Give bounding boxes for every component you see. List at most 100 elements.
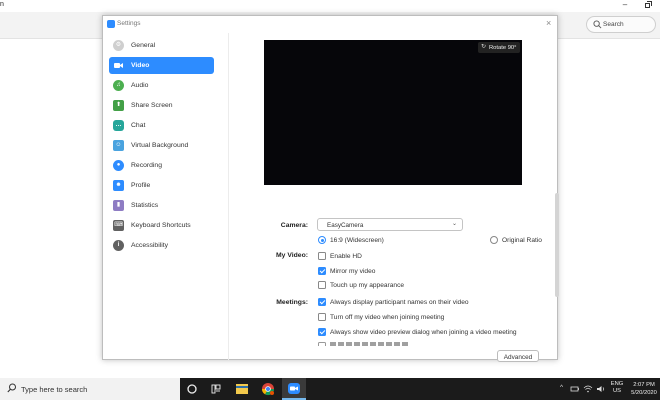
video-preview-dialog-label: Always show video preview dialog when jo… — [330, 329, 517, 336]
enable-hd-checkbox[interactable] — [318, 252, 326, 260]
sidebar-item-chat[interactable]: … Chat — [109, 117, 214, 134]
camera-preview: ↻ Rotate 90° — [264, 40, 522, 185]
zoom-logo-icon — [107, 20, 115, 28]
rotate-icon: ↻ — [481, 44, 487, 50]
profile-icon: ☻ — [113, 180, 124, 191]
close-dialog-button[interactable]: × — [546, 18, 551, 28]
taskbar-clock[interactable]: 2:07 PM 5/20/2020 — [630, 381, 658, 397]
restore-button[interactable] — [643, 0, 653, 10]
zoom-app-icon — [288, 383, 300, 394]
enable-hd-label: Enable HD — [330, 253, 362, 260]
zoom-taskbar-button[interactable] — [282, 378, 306, 400]
sidebar-item-accessibility[interactable]: i Accessibility — [109, 237, 214, 254]
accessibility-icon: i — [113, 240, 124, 251]
radio-original-ratio-label: Original Ratio — [502, 237, 542, 244]
dialog-title: Settings — [117, 20, 141, 27]
chat-bubble-icon: … — [113, 120, 124, 131]
minimize-button[interactable]: – — [620, 0, 630, 9]
sidebar-item-label: Video — [131, 62, 150, 69]
sidebar-item-statistics[interactable]: ▮ Statistics — [109, 197, 214, 214]
video-preview-dialog-checkbox[interactable] — [318, 328, 326, 336]
sidebar-item-label: Audio — [131, 82, 149, 89]
radio-widescreen-label: 16:9 (Widescreen) — [330, 237, 384, 244]
radio-original-ratio[interactable] — [490, 236, 498, 244]
statistics-bars-icon: ▮ — [113, 200, 124, 211]
chevron-down-icon: ⌄ — [452, 221, 458, 227]
battery-icon[interactable] — [570, 384, 580, 394]
cortana-circle-icon — [187, 384, 197, 394]
sidebar-item-video[interactable]: Video — [109, 57, 214, 74]
my-video-label: My Video: — [276, 252, 308, 259]
settings-dialog: Settings × ⚙ General Video ♫ Audio ⬆ Sha… — [102, 15, 559, 362]
mirror-video-checkbox[interactable] — [318, 267, 326, 275]
task-view-icon — [211, 384, 221, 394]
taskbar-search-box[interactable]: Type here to search — [0, 378, 180, 400]
record-icon: ● — [113, 160, 124, 171]
sidebar-item-virtual-background[interactable]: ☺ Virtual Background — [109, 137, 214, 154]
folder-icon — [236, 384, 248, 394]
main-window-titlebar: n – — [0, 0, 660, 12]
chrome-button[interactable] — [256, 378, 280, 400]
sidebar-item-label: Statistics — [131, 202, 159, 209]
language-code: ENG — [610, 381, 624, 387]
camera-select[interactable]: EasyCamera ⌄ — [317, 218, 463, 231]
sidebar-item-label: Recording — [131, 162, 162, 169]
display-names-checkbox[interactable] — [318, 298, 326, 306]
gear-icon: ⚙ — [113, 40, 124, 51]
turn-off-video-label: Turn off my video when joining meeting — [330, 314, 445, 321]
language-indicator[interactable]: ENG US — [610, 381, 624, 395]
sidebar-item-label: Accessibility — [131, 242, 169, 249]
taskbar-search-placeholder: Type here to search — [21, 385, 88, 394]
clock-date: 5/20/2020 — [631, 390, 657, 396]
video-camera-icon — [113, 60, 124, 71]
touch-up-label: Touch up my appearance — [330, 282, 405, 289]
sidebar-item-label: Keyboard Shortcuts — [131, 222, 191, 229]
language-region: US — [612, 388, 622, 394]
settings-sidebar: ⚙ General Video ♫ Audio ⬆ Share Screen …… — [103, 33, 229, 360]
video-settings-panel: ↻ Rotate 90° Camera: EasyCamera ⌄ 16:9 (… — [230, 33, 559, 360]
rotate-90-button[interactable]: ↻ Rotate 90° — [478, 42, 520, 53]
share-screen-icon: ⬆ — [113, 100, 124, 111]
chrome-icon — [262, 383, 274, 396]
sidebar-item-general[interactable]: ⚙ General — [109, 37, 214, 54]
sidebar-item-label: Profile — [131, 182, 151, 189]
volume-icon[interactable] — [596, 384, 606, 394]
sidebar-item-audio[interactable]: ♫ Audio — [109, 77, 214, 94]
wifi-icon[interactable] — [583, 384, 593, 394]
main-window-title: n — [0, 1, 4, 8]
mirror-video-label: Mirror my video — [330, 268, 376, 275]
windows-taskbar: Type here to search ^ ENG US 2:07 PM 5/2… — [0, 378, 660, 400]
camera-label: Camera: — [280, 222, 308, 229]
main-search-label: Search — [603, 21, 624, 28]
keyboard-icon: ⌨ — [113, 220, 124, 231]
headphones-icon: ♫ — [113, 80, 124, 91]
rotate-90-label: Rotate 90° — [489, 44, 517, 51]
settings-scrollbar[interactable] — [555, 193, 559, 297]
touch-up-checkbox[interactable] — [318, 281, 326, 289]
radio-widescreen[interactable] — [318, 236, 326, 244]
sidebar-item-share-screen[interactable]: ⬆ Share Screen — [109, 97, 214, 114]
camera-select-value: EasyCamera — [327, 222, 364, 229]
advanced-button-label: Advanced — [503, 353, 533, 361]
display-names-label: Always display participant names on thei… — [330, 299, 469, 306]
sidebar-item-recording[interactable]: ● Recording — [109, 157, 214, 174]
turn-off-video-checkbox[interactable] — [318, 313, 326, 321]
sidebar-item-profile[interactable]: ☻ Profile — [109, 177, 214, 194]
person-background-icon: ☺ — [113, 140, 124, 151]
task-view-icon-button[interactable] — [204, 378, 228, 400]
tray-chevron-icon[interactable]: ^ — [560, 384, 563, 391]
dialog-titlebar: Settings × — [103, 16, 557, 33]
sidebar-item-keyboard-shortcuts[interactable]: ⌨ Keyboard Shortcuts — [109, 217, 214, 234]
sidebar-item-label: Virtual Background — [131, 142, 189, 149]
main-search-box[interactable]: Search — [586, 16, 656, 33]
clipped-option-row — [318, 342, 408, 346]
task-view-button[interactable] — [180, 378, 204, 400]
meetings-label: Meetings: — [276, 299, 308, 306]
search-icon — [7, 383, 16, 393]
clock-time: 2:07 PM — [633, 382, 655, 388]
advanced-button[interactable]: Advanced — [497, 350, 539, 362]
file-explorer-button[interactable] — [230, 378, 254, 400]
sidebar-item-label: General — [131, 42, 156, 49]
sidebar-item-label: Share Screen — [131, 102, 173, 109]
search-icon — [593, 20, 602, 29]
